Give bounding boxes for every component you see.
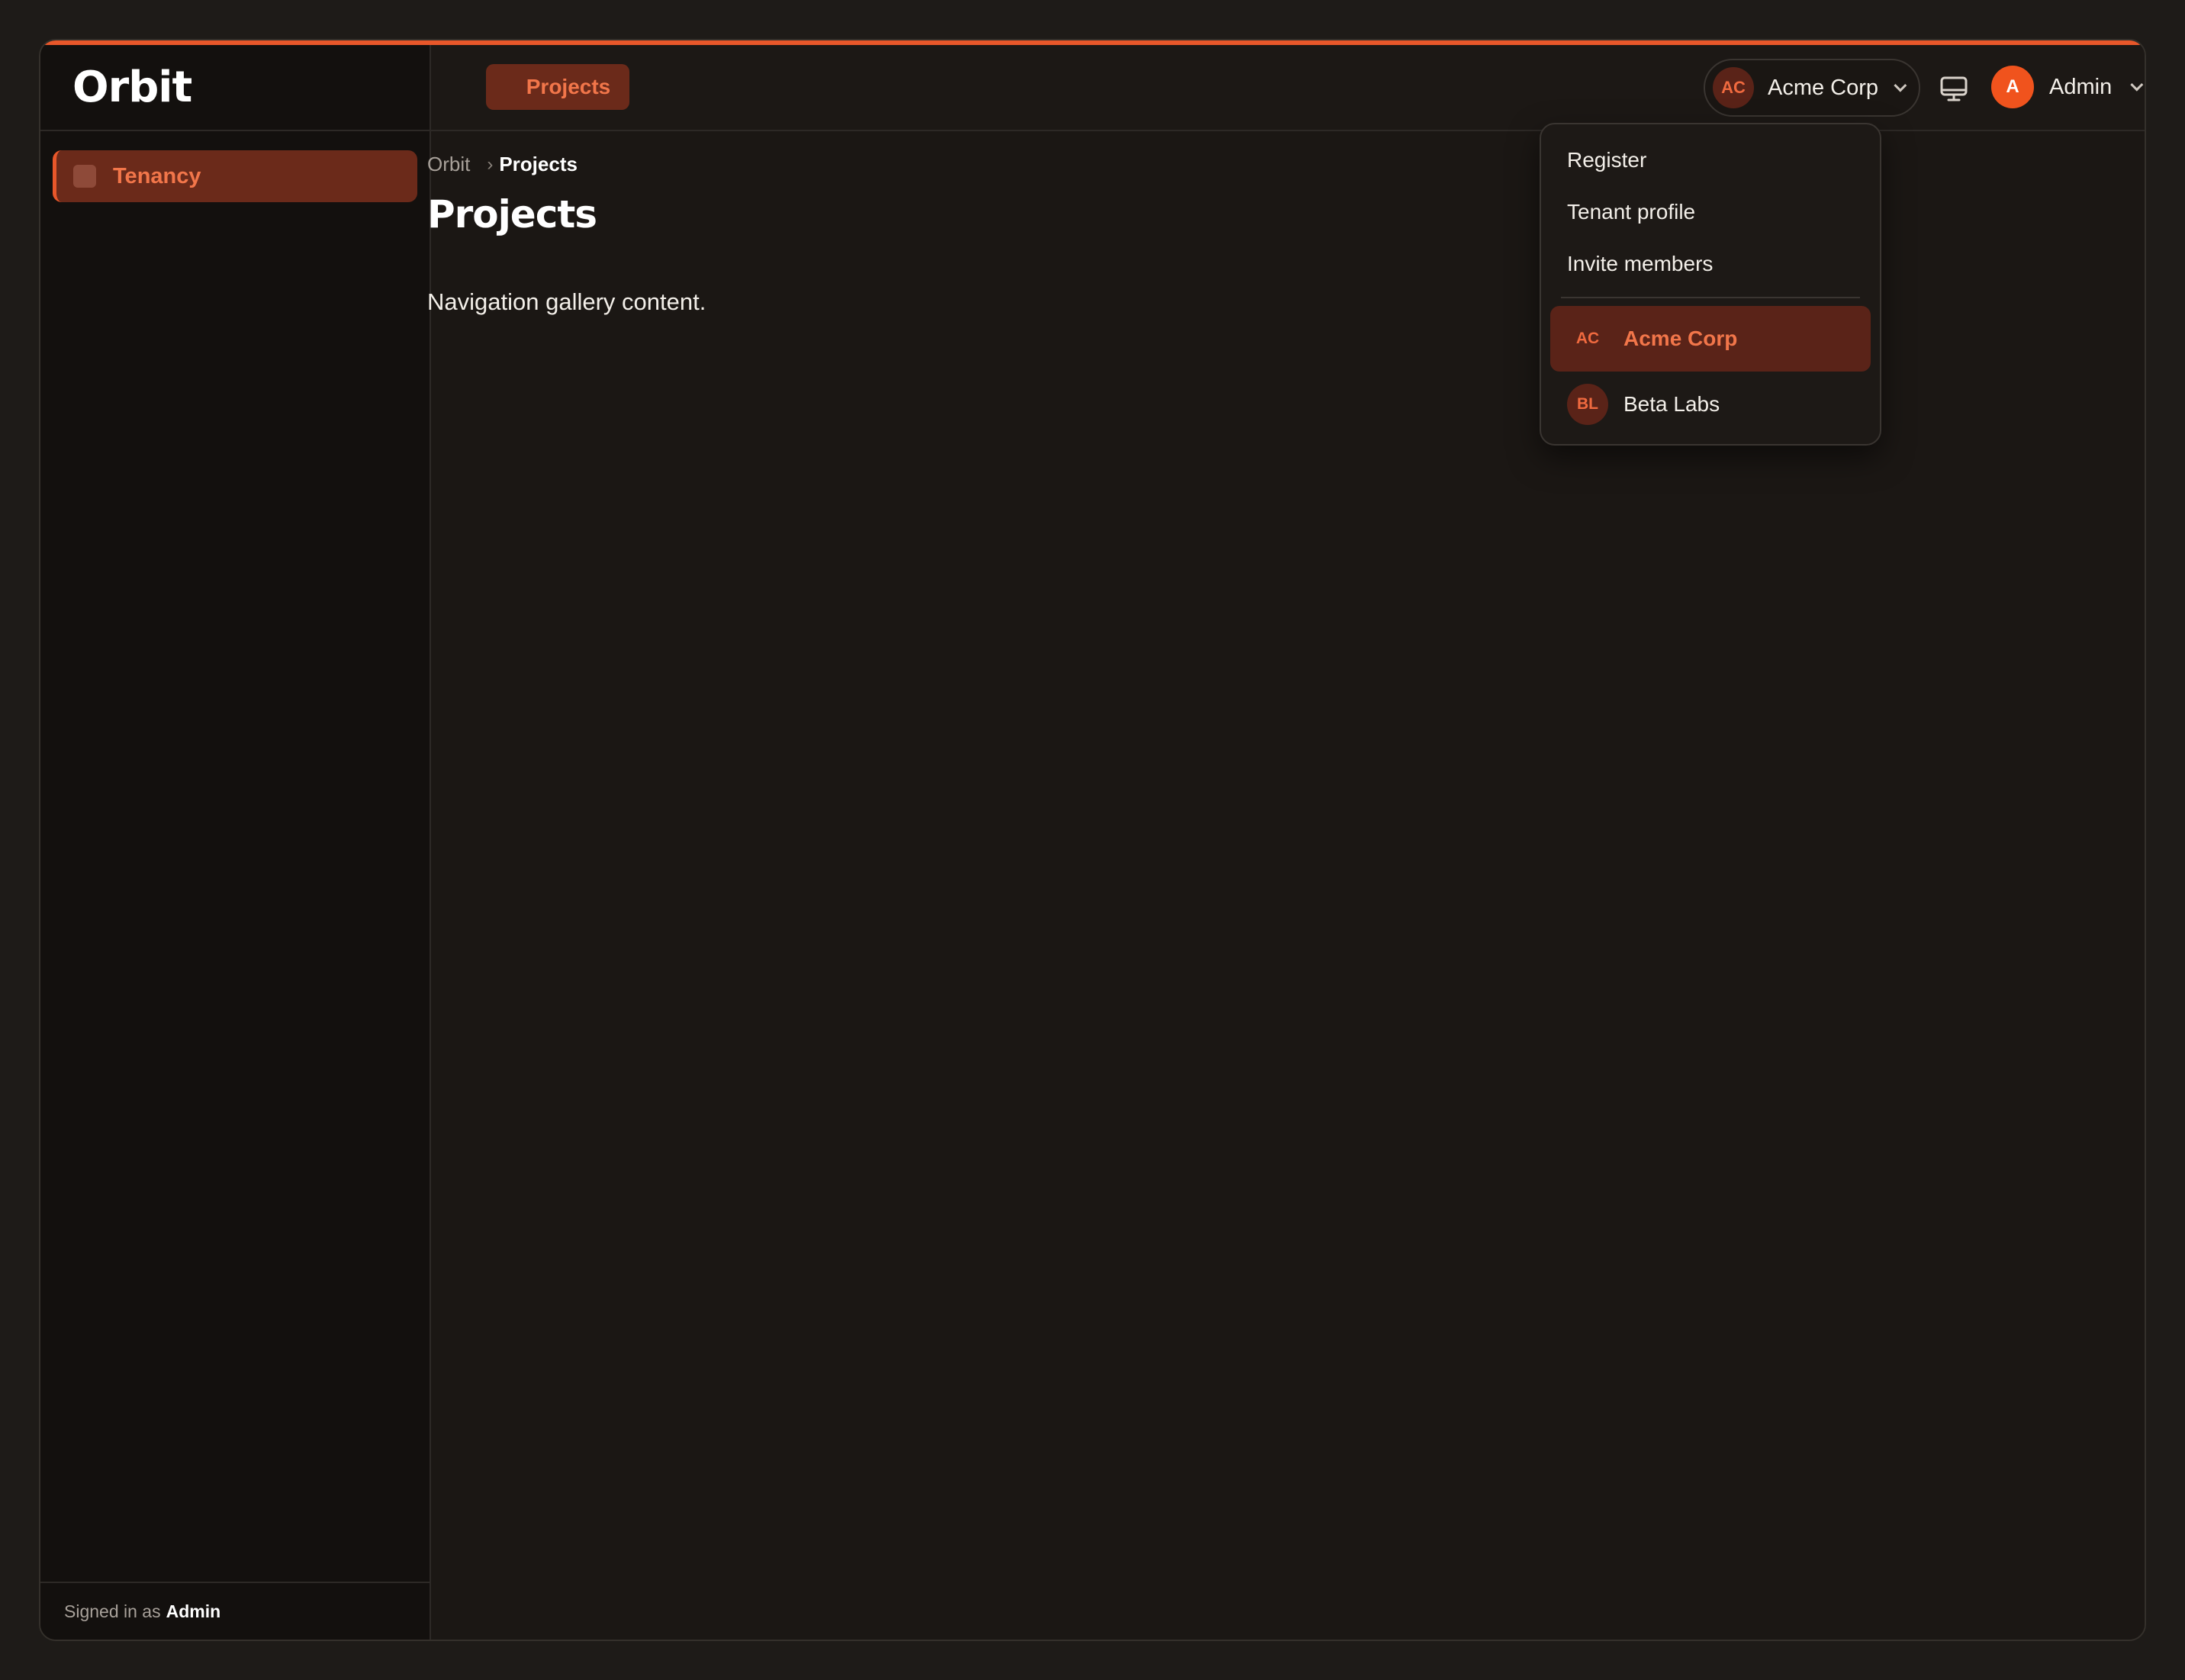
tenant-avatar: AC — [1575, 330, 1600, 347]
signed-in-footer: Signed in as Admin — [40, 1582, 431, 1640]
tenant-dropdown-menu: Register Tenant profile Invite members A… — [1540, 123, 1881, 446]
breadcrumb-root[interactable]: Orbit — [427, 153, 470, 176]
chevron-down-icon — [2130, 78, 2144, 92]
menu-item-register[interactable]: Register — [1567, 148, 1646, 172]
tab-projects[interactable]: Projects — [486, 64, 629, 110]
tenant-avatar: AC — [1713, 67, 1754, 108]
chevron-right-icon: › — [487, 153, 494, 175]
signed-in-prefix: Signed in as — [64, 1601, 161, 1621]
sidebar-item-tenancy[interactable]: Tenancy — [53, 150, 417, 202]
tenant-option-label: Acme Corp — [1623, 327, 1738, 350]
tenant-option-label: Beta Labs — [1623, 392, 1720, 416]
breadcrumb-current: Projects — [499, 153, 578, 175]
tenant-name: Acme Corp — [1768, 75, 1879, 100]
tenant-avatar: BL — [1567, 384, 1608, 425]
signed-in-user: Admin — [166, 1601, 221, 1621]
sidebar-item-label: Tenancy — [113, 163, 201, 188]
user-name: Admin — [2049, 74, 2113, 99]
page-body-text: Navigation gallery content. — [427, 288, 706, 315]
menu-item-tenant-profile[interactable]: Tenant profile — [1567, 200, 1695, 224]
tenant-option-acme-corp[interactable]: AC Acme Corp — [1550, 306, 1871, 372]
page-title: Projects — [427, 192, 597, 237]
user-avatar: A — [1991, 66, 2034, 108]
tenancy-icon — [73, 165, 96, 188]
tenant-switcher-button[interactable]: AC Acme Corp — [1704, 59, 1920, 117]
top-bar: Projects AC Acme Corp A Admin — [431, 45, 2145, 131]
user-menu-button[interactable]: A Admin — [1991, 66, 2144, 108]
monitor-icon[interactable] — [1939, 74, 1969, 105]
chevron-down-icon — [1894, 79, 1907, 92]
brand-logo[interactable]: Orbit — [40, 45, 431, 131]
sidebar: Orbit Tenancy Signed in as Admin — [40, 45, 431, 1640]
menu-item-invite-members[interactable]: Invite members — [1567, 252, 1713, 276]
tenant-option-beta-labs[interactable]: BL Beta Labs — [1550, 372, 1871, 437]
breadcrumb: Orbit › Projects — [427, 153, 578, 176]
menu-divider — [1561, 297, 1860, 298]
